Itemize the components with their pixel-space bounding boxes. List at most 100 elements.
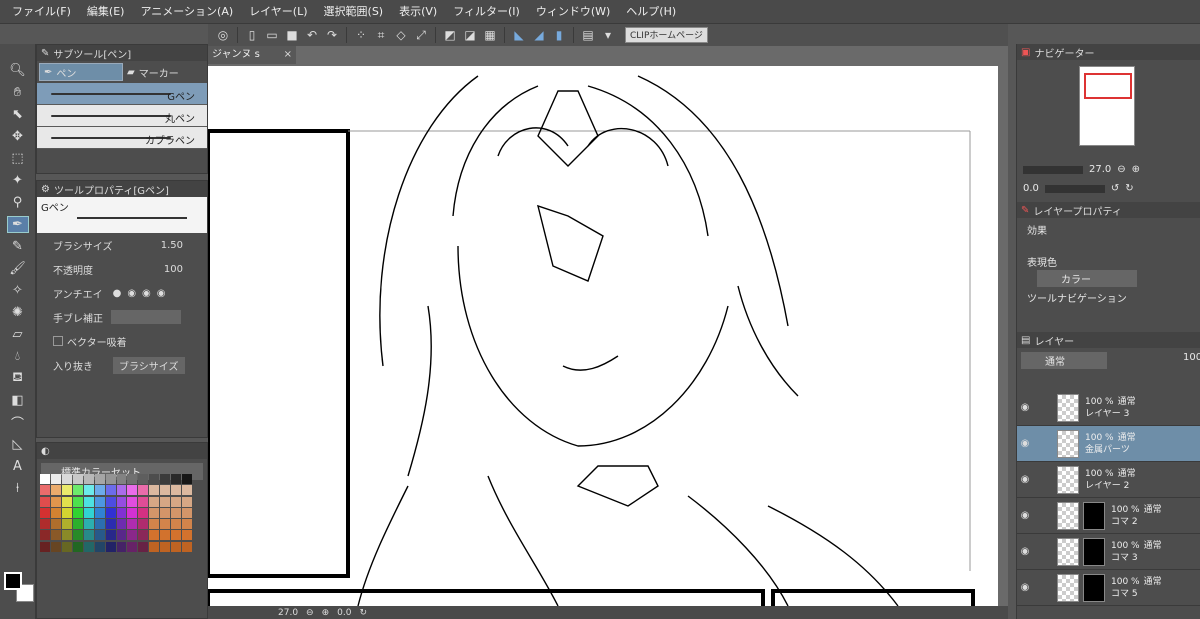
palette-swatch[interactable]: [83, 485, 94, 496]
palette-swatch[interactable]: [72, 496, 83, 507]
airbrush-tool-icon[interactable]: ✧: [7, 282, 29, 299]
palette-swatch[interactable]: [138, 541, 149, 552]
gradient-tool-icon[interactable]: ◧: [7, 392, 29, 409]
palette-swatch[interactable]: [149, 485, 160, 496]
palette-swatch[interactable]: [160, 507, 171, 518]
palette-swatch[interactable]: [116, 485, 127, 496]
color-swatch[interactable]: [4, 572, 34, 606]
grid-icon[interactable]: ▦: [481, 26, 499, 44]
palette-swatch[interactable]: [171, 496, 182, 507]
settings-icon[interactable]: ▤: [579, 26, 597, 44]
palette-swatch[interactable]: [40, 496, 50, 507]
palette-swatch[interactable]: [149, 541, 160, 552]
palette-swatch[interactable]: [171, 507, 182, 518]
new-file-icon[interactable]: ▯: [243, 26, 261, 44]
palette-swatch[interactable]: [182, 507, 192, 518]
fill-icon[interactable]: ◩: [441, 26, 459, 44]
brush-maru-pen[interactable]: 丸ペン: [37, 105, 207, 127]
eye-icon[interactable]: ◉: [1017, 474, 1033, 485]
open-file-icon[interactable]: ▭: [263, 26, 281, 44]
palette-swatch[interactable]: [127, 474, 138, 484]
palette-swatch[interactable]: [40, 519, 50, 530]
opacity-row[interactable]: 不透明度 100: [37, 257, 207, 281]
palette-swatch[interactable]: [160, 485, 171, 496]
palette-swatch[interactable]: [171, 519, 182, 530]
clip-logo-icon[interactable]: ◎: [214, 26, 232, 44]
palette-swatch[interactable]: [94, 507, 105, 518]
palette-swatch[interactable]: [83, 474, 94, 484]
brush-kabura-pen[interactable]: カブラペン: [37, 127, 207, 149]
palette-swatch[interactable]: [149, 496, 160, 507]
palette-swatch[interactable]: [94, 541, 105, 552]
brush-size-value[interactable]: 1.50: [161, 240, 183, 251]
zoom-out-icon[interactable]: ⊖: [1117, 164, 1125, 175]
rotate-right-icon[interactable]: ↻: [1125, 183, 1133, 194]
palette-swatch[interactable]: [160, 474, 171, 484]
chevron-down-icon[interactable]: ▾: [599, 26, 617, 44]
object-tool-icon[interactable]: ⬉: [7, 106, 29, 123]
figure-tool-icon[interactable]: ⌒: [7, 414, 29, 432]
menu-edit[interactable]: 編集(E): [79, 0, 133, 24]
palette-swatch[interactable]: [105, 507, 116, 518]
angle-value[interactable]: 0.0: [337, 608, 351, 618]
navigator-zoom-slider[interactable]: [1023, 165, 1083, 174]
palette-swatch[interactable]: [116, 541, 127, 552]
antialias-options[interactable]: ●◉◉◉: [113, 288, 172, 299]
palette-swatch[interactable]: [182, 541, 192, 552]
layer-row[interactable]: ◉ 100 % 通常 コマ 3: [1017, 534, 1200, 570]
stabilization-row[interactable]: 手ブレ補正: [37, 305, 207, 329]
palette-swatch[interactable]: [50, 507, 61, 518]
menu-animation[interactable]: アニメーション(A): [132, 0, 241, 24]
special-ruler-snap-icon[interactable]: ◢: [530, 26, 548, 44]
brush-size-row[interactable]: ブラシサイズ 1.50: [37, 233, 207, 257]
rotate-left-icon[interactable]: ↺: [1111, 183, 1119, 194]
fill-tool-icon[interactable]: ⛾: [7, 370, 29, 387]
close-icon[interactable]: ×: [284, 46, 292, 64]
brush-gpen[interactable]: Gペン: [37, 83, 207, 105]
palette-swatch[interactable]: [105, 496, 116, 507]
foreground-color[interactable]: [4, 572, 22, 590]
palette-swatch[interactable]: [127, 485, 138, 496]
palette-swatch[interactable]: [182, 496, 192, 507]
palette-swatch[interactable]: [94, 530, 105, 541]
ruler-snap-icon[interactable]: ◣: [510, 26, 528, 44]
tab-pen[interactable]: ✒ ペン: [39, 63, 123, 81]
document-tab[interactable]: ジャンヌ s ×: [208, 46, 296, 64]
palette-swatch[interactable]: [50, 530, 61, 541]
menu-view[interactable]: 表示(V): [391, 0, 445, 24]
palette-swatch[interactable]: [94, 474, 105, 484]
redo-icon[interactable]: ↷: [323, 26, 341, 44]
transform-icon[interactable]: ⤢: [412, 26, 430, 44]
layer-row[interactable]: ◉ 100 % 通常 レイヤー 2: [1017, 462, 1200, 498]
zoom-value[interactable]: 27.0: [278, 608, 298, 618]
navigator-angle-value[interactable]: 0.0: [1023, 183, 1039, 194]
taper-row[interactable]: 入り抜き ブラシサイズ: [37, 353, 207, 377]
ruler-tool-icon[interactable]: ◺: [7, 436, 29, 453]
eye-icon[interactable]: ◉: [1017, 402, 1033, 413]
palette-swatch[interactable]: [138, 530, 149, 541]
color-mode-select[interactable]: カラー: [1037, 270, 1137, 287]
palette-swatch[interactable]: [83, 507, 94, 518]
palette-swatch[interactable]: [127, 530, 138, 541]
palette-swatch[interactable]: [149, 519, 160, 530]
navigator-viewport[interactable]: [1084, 73, 1132, 99]
palette-swatch[interactable]: [116, 496, 127, 507]
vector-snap-checkbox[interactable]: [53, 336, 63, 346]
decoration-tool-icon[interactable]: ✺: [7, 304, 29, 321]
palette-swatch[interactable]: [171, 541, 182, 552]
palette-swatch[interactable]: [72, 474, 83, 484]
eye-icon[interactable]: ◉: [1017, 510, 1033, 521]
palette-swatch[interactable]: [171, 474, 182, 484]
blend-mode-select[interactable]: 通常: [1021, 352, 1107, 369]
balloon-tool-icon[interactable]: ⍿: [7, 480, 29, 497]
palette-swatch[interactable]: [138, 519, 149, 530]
palette-swatch[interactable]: [160, 530, 171, 541]
pencil-tool-icon[interactable]: ✎: [7, 238, 29, 255]
palette-swatch[interactable]: [160, 519, 171, 530]
taper-select[interactable]: ブラシサイズ: [113, 356, 185, 374]
grid-snap-icon[interactable]: ▮: [550, 26, 568, 44]
palette-swatch[interactable]: [72, 507, 83, 518]
palette-swatch[interactable]: [83, 530, 94, 541]
eraser-tool-icon[interactable]: ▱: [7, 326, 29, 343]
palette-swatch[interactable]: [138, 507, 149, 518]
